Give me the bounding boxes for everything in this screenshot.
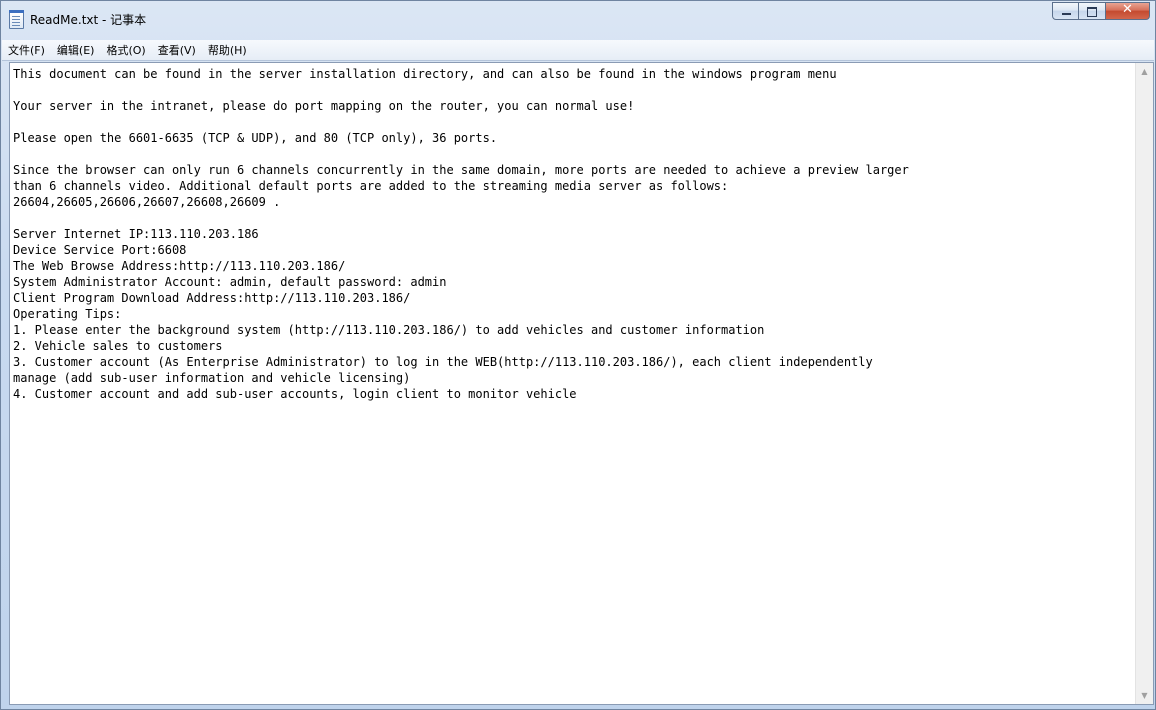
text-line: Your server in the intranet, please do p… [13,99,635,113]
text-line: 26604,26605,26606,26607,26608,26609 . [13,195,281,209]
text-line: Please open the 6601-6635 (TCP & UDP), a… [13,131,498,145]
menu-help[interactable]: 帮助(H) [202,42,253,58]
text-line: 1. Please enter the background system (h… [13,323,765,337]
text-line [13,210,1131,226]
text-line: 4. Customer account and add sub-user acc… [13,387,577,401]
text-line: than 6 channels video. Additional defaul… [13,179,729,193]
window-controls: ✕ [1052,2,1150,22]
maximize-icon [1087,7,1097,17]
close-button[interactable]: ✕ [1106,2,1150,20]
close-icon: ✕ [1122,2,1133,17]
title-bar[interactable]: ReadMe.txt - 记事本 ✕ [1,1,1155,39]
minimize-icon [1062,13,1071,15]
text-line: The Web Browse Address:http://113.110.20… [13,259,346,273]
text-line: This document can be found in the server… [13,67,837,81]
window-title: ReadMe.txt - 记事本 [30,13,147,27]
text-line: 3. Customer account (As Enterprise Admin… [13,355,873,369]
menu-view[interactable]: 查看(V) [152,42,202,58]
text-line [13,82,1131,98]
menu-format[interactable]: 格式(O) [100,42,151,58]
maximize-button[interactable] [1079,2,1106,20]
text-line: Device Service Port:6608 [13,243,187,257]
text-line: System Administrator Account: admin, def… [13,275,447,289]
text-line: manage (add sub-user information and veh… [13,371,411,385]
menu-edit[interactable]: 编辑(E) [51,42,101,58]
notepad-icon[interactable] [9,10,24,29]
text-line: Since the browser can only run 6 channel… [13,163,909,177]
scroll-up-icon[interactable]: ▲ [1136,63,1153,80]
menu-file[interactable]: 文件(F) [2,42,51,58]
text-line: Operating Tips: [13,307,122,321]
vertical-scrollbar[interactable]: ▲ ▼ [1135,63,1153,704]
scroll-down-icon[interactable]: ▼ [1136,687,1153,704]
menu-bar: 文件(F) 编辑(E) 格式(O) 查看(V) 帮助(H) [2,40,1154,61]
text-line: Client Program Download Address:http://1… [13,291,411,305]
text-line: 2. Vehicle sales to customers [13,339,223,353]
document-content[interactable]: This document can be found in the server… [13,66,1131,402]
text-line [13,114,1131,130]
text-line: Server Internet IP:113.110.203.186 [13,227,259,241]
text-line [13,146,1131,162]
notepad-window: ReadMe.txt - 记事本 ✕ 文件(F) 编辑(E) 格式(O) 查看(… [0,0,1156,710]
minimize-button[interactable] [1052,2,1079,20]
text-editor[interactable]: This document can be found in the server… [9,62,1154,705]
